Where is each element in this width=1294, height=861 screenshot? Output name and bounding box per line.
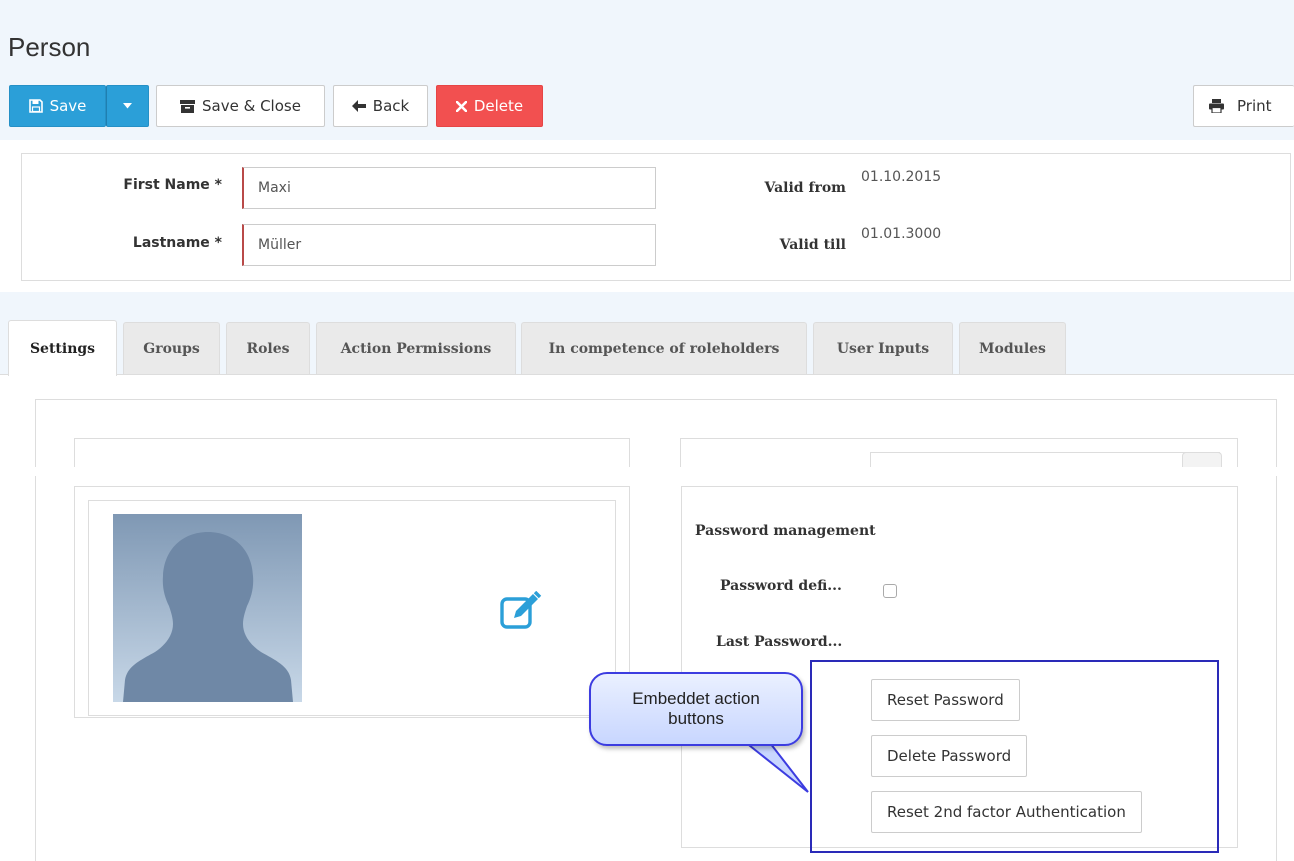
save-button[interactable]: Save [9, 85, 106, 127]
delete-button[interactable]: Delete [436, 85, 543, 127]
left-top-box [74, 438, 630, 468]
arrow-left-icon [351, 100, 366, 112]
print-button[interactable]: Print [1193, 85, 1294, 127]
last-password-label: Last Password... [716, 634, 843, 650]
edit-photo-button[interactable] [500, 590, 546, 633]
tab-modules[interactable]: Modules [959, 322, 1066, 374]
callout-line-1: Embeddet action [632, 688, 760, 708]
valid-till-label: Valid till [779, 237, 846, 253]
save-close-label: Save & Close [202, 97, 301, 115]
screenshot-cut [30, 467, 1294, 476]
valid-till-value: 01.01.3000 [861, 226, 942, 242]
x-icon [455, 100, 467, 112]
valid-from-value: 01.10.2015 [861, 169, 942, 185]
caret-down-icon [123, 103, 132, 109]
back-label: Back [372, 97, 410, 115]
user-silhouette [123, 532, 293, 702]
tab-user-inputs[interactable]: User Inputs [813, 322, 953, 374]
page-title: Person [8, 32, 91, 62]
back-button[interactable]: Back [333, 85, 428, 127]
first-name-input[interactable]: Maxi [242, 167, 656, 209]
lastname-label: Lastname * [132, 235, 222, 251]
floppy-icon [28, 99, 43, 113]
tab-settings[interactable]: Settings [8, 320, 117, 376]
first-name-label: First Name * [123, 177, 222, 193]
password-defined-checkbox[interactable] [883, 584, 897, 598]
save-dropdown-button[interactable] [106, 85, 149, 127]
tab-baseline [0, 374, 1294, 375]
tab-action-permissions[interactable]: Action Permissions [316, 322, 516, 374]
callout-frame [810, 660, 1219, 853]
callout-bubble: Embeddet action buttons [589, 672, 803, 746]
callout-line-2: buttons [668, 709, 724, 728]
archive-icon [180, 99, 196, 113]
top-input-button-edge[interactable] [1182, 452, 1222, 468]
tab-in-competence[interactable]: In competence of roleholders [521, 322, 807, 374]
save-close-button[interactable]: Save & Close [156, 85, 325, 127]
top-input-edge [870, 452, 1220, 468]
printer-icon [1209, 99, 1224, 113]
valid-from-label: Valid from [764, 180, 847, 196]
tab-groups[interactable]: Groups [123, 322, 220, 374]
print-label: Print [1237, 97, 1272, 115]
lastname-input[interactable]: Müller [242, 224, 656, 266]
tab-roles[interactable]: Roles [226, 322, 310, 374]
edit-square-icon [500, 590, 542, 629]
avatar [113, 514, 302, 702]
password-heading: Password management [695, 523, 876, 539]
person-form-card [21, 153, 1291, 281]
delete-label: Delete [473, 97, 524, 115]
save-button-label: Save [49, 97, 87, 115]
lastname-value: Müller [258, 237, 302, 253]
password-defined-label: Password defi... [720, 578, 842, 594]
first-name-value: Maxi [258, 180, 291, 196]
